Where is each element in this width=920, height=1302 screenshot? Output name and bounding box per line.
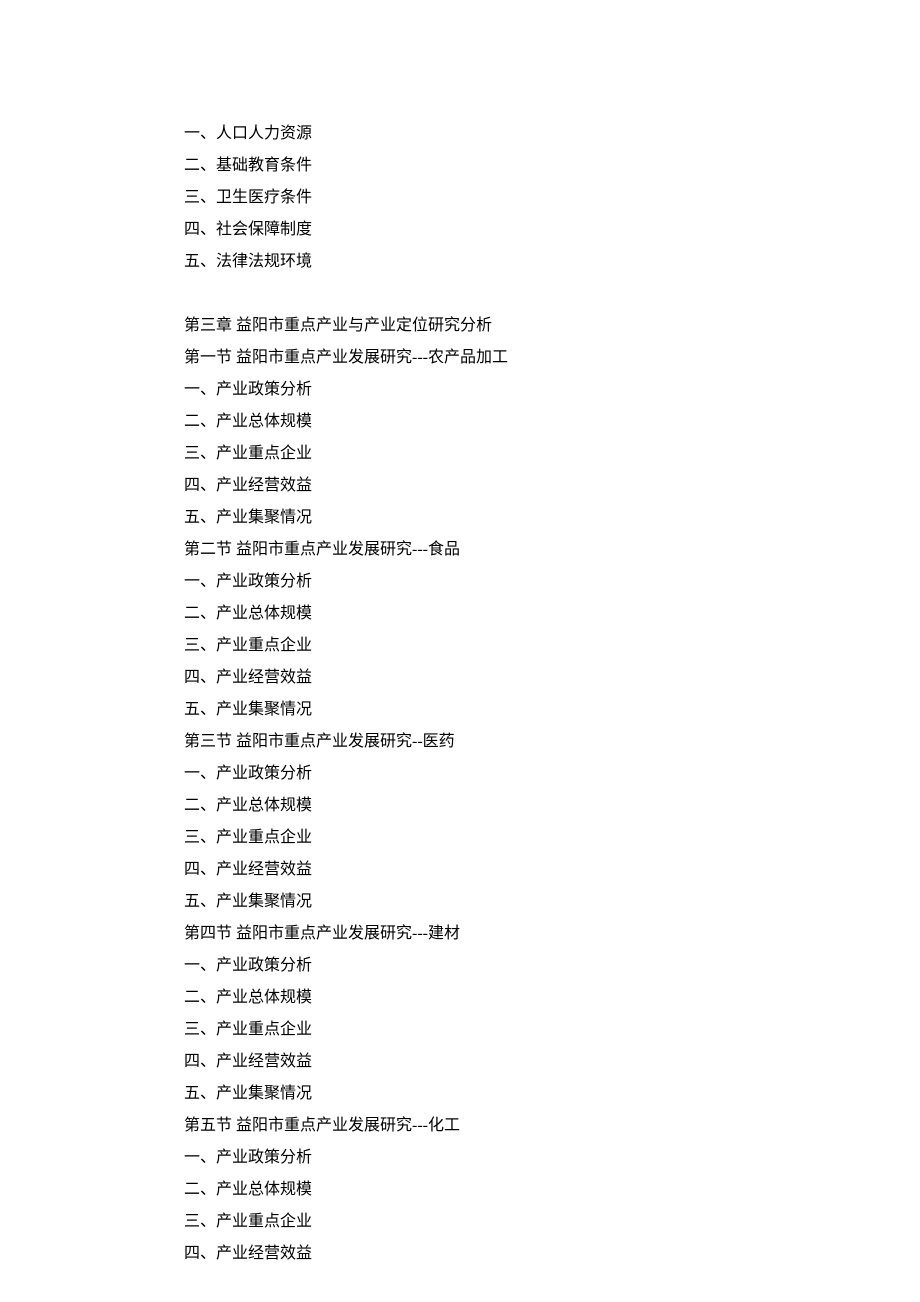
toc-item: 一、产业政策分析 [184,758,920,790]
chapter-title: 第三章 益阳市重点产业与产业定位研究分析 [184,310,920,342]
toc-item: 一、产业政策分析 [184,374,920,406]
section-title: 第三节 益阳市重点产业发展研究--医药 [184,726,920,758]
toc-item: 二、产业总体规模 [184,598,920,630]
toc-item: 三、产业重点企业 [184,1014,920,1046]
section-title: 第五节 益阳市重点产业发展研究---化工 [184,1110,920,1142]
toc-item: 三、产业重点企业 [184,1206,920,1238]
toc-item: 四、产业经营效益 [184,1046,920,1078]
section-title: 第四节 益阳市重点产业发展研究---建材 [184,918,920,950]
toc-item: 五、产业集聚情况 [184,1078,920,1110]
toc-item: 四、产业经营效益 [184,662,920,694]
toc-item: 二、基础教育条件 [184,150,920,182]
toc-item: 三、卫生医疗条件 [184,182,920,214]
toc-item: 一、产业政策分析 [184,1142,920,1174]
spacer [184,278,920,310]
toc-item: 五、产业集聚情况 [184,694,920,726]
toc-item: 三、产业重点企业 [184,822,920,854]
toc-item: 三、产业重点企业 [184,438,920,470]
section-title: 第一节 益阳市重点产业发展研究---农产品加工 [184,342,920,374]
toc-item: 二、产业总体规模 [184,790,920,822]
toc-item: 四、社会保障制度 [184,214,920,246]
toc-item: 一、人口人力资源 [184,118,920,150]
toc-item: 一、产业政策分析 [184,950,920,982]
toc-item: 四、产业经营效益 [184,470,920,502]
toc-item: 五、产业集聚情况 [184,502,920,534]
toc-item: 五、产业集聚情况 [184,886,920,918]
toc-item: 三、产业重点企业 [184,630,920,662]
toc-item: 五、法律法规环境 [184,246,920,278]
toc-item: 二、产业总体规模 [184,1174,920,1206]
toc-item: 四、产业经营效益 [184,854,920,886]
toc-item: 一、产业政策分析 [184,566,920,598]
toc-item: 二、产业总体规模 [184,406,920,438]
toc-item: 四、产业经营效益 [184,1238,920,1270]
toc-item: 二、产业总体规模 [184,982,920,1014]
section-title: 第二节 益阳市重点产业发展研究---食品 [184,534,920,566]
